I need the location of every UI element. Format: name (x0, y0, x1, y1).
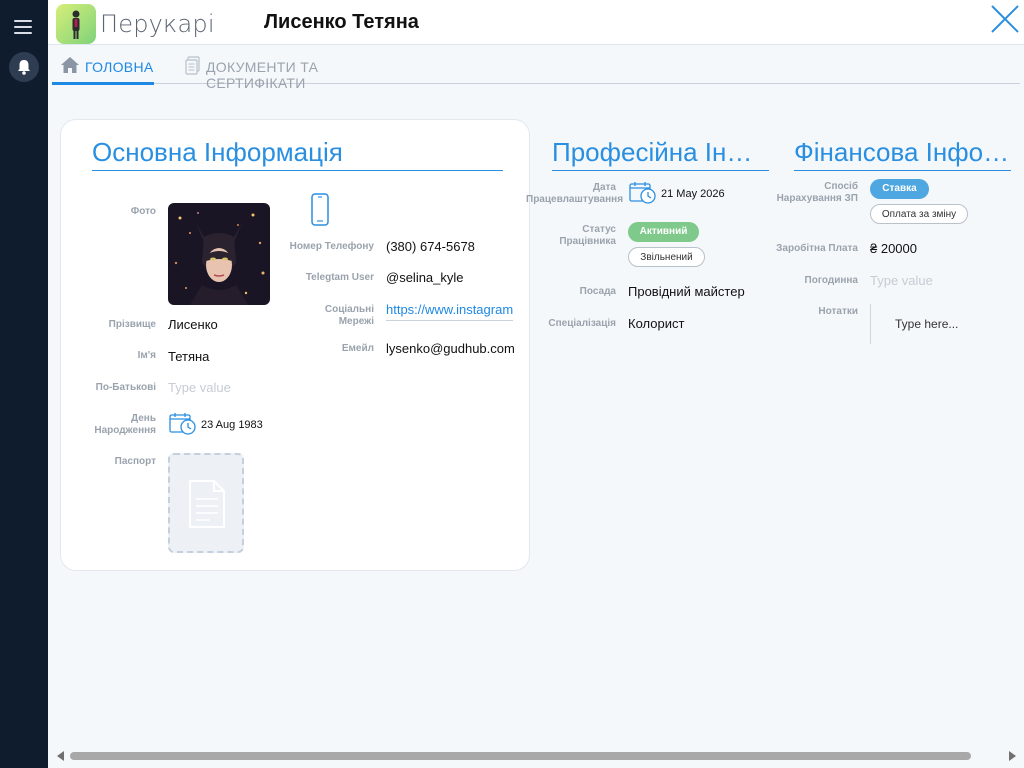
surname-label: Прізвище (108, 319, 156, 330)
tab-bar: ГОЛОВНА ДОКУМЕНТИ ТА СЕРТИФІКАТИ (52, 48, 1020, 91)
phone-field[interactable]: (380) 674-5678 (386, 239, 475, 254)
telegram-field[interactable]: @selina_kyle (386, 270, 464, 285)
social-label: Соціальні Мережі (284, 304, 374, 328)
salary-method-label-line2: Нарахування ЗП (776, 193, 858, 204)
employment-label-line2: Працевлаштування (526, 194, 624, 205)
patronymic-field[interactable]: Type value (168, 380, 231, 395)
scroll-right-arrow[interactable] (1009, 751, 1016, 761)
employment-label-line1: Дата (592, 182, 616, 193)
tab-documents-label: ДОКУМЕНТИ ТА СЕРТИФІКАТИ (206, 59, 319, 91)
hamburger-icon[interactable] (14, 19, 32, 35)
hourly-field[interactable]: Type value (870, 273, 933, 288)
email-label: Емейл (341, 343, 374, 354)
salary-label: Заробітна Плата (776, 243, 858, 254)
specialization-field[interactable]: Колорист (628, 316, 684, 331)
phone-icon (311, 193, 329, 226)
telegram-label: Telegtam User (305, 272, 374, 283)
birthday-label-line2: Народження (94, 425, 156, 436)
tab-home[interactable]: ГОЛОВНА (52, 56, 154, 85)
close-icon (991, 5, 1019, 33)
salary-field[interactable]: ₴ 20000 (870, 241, 917, 256)
profile-photo (168, 203, 270, 305)
status-active-button[interactable]: Активний (628, 222, 699, 242)
basic-info-title: Основна Інформація (92, 137, 503, 171)
top-bar: Перукарі Лисенко Тетяна (48, 0, 1024, 45)
calendar-icon[interactable] (169, 412, 197, 436)
status-fired-button[interactable]: Звільнений (628, 247, 705, 267)
name-field[interactable]: Тетяна (168, 349, 209, 364)
photo-label: Фото (130, 206, 156, 217)
financial-info-title: Фінансова Інформація (794, 137, 1011, 171)
phone-label: Номер Телефону (289, 241, 374, 252)
bell-icon (18, 60, 30, 75)
specialization-label: Спеціалізація (548, 318, 616, 329)
passport-label: Паспорт (114, 456, 156, 467)
email-field[interactable]: lysenko@gudhub.com (386, 341, 515, 356)
surname-field[interactable]: Лисенко (168, 317, 218, 332)
social-link[interactable]: https://www.instagram.com (386, 302, 513, 321)
status-label-line1: Статус (582, 224, 616, 235)
professional-info-title: Професійна Інформація (552, 137, 769, 171)
method-rate-button[interactable]: Ставка (870, 179, 929, 199)
position-label: Посада (579, 286, 616, 297)
tab-documents[interactable]: ДОКУМЕНТИ ТА СЕРТИФІКАТИ (182, 56, 422, 91)
birthday-field[interactable]: 23 Aug 1983 (201, 419, 263, 431)
calendar-icon[interactable] (629, 181, 657, 205)
status-label-line2: Працівника (559, 236, 616, 247)
social-label-line2: Мережі (338, 316, 374, 327)
patronymic-label: По-Батькові (95, 382, 156, 393)
passport-upload[interactable] (168, 453, 244, 553)
salary-method-label: Спосіб Нарахування ЗП (768, 181, 858, 205)
birthday-label-line1: День (131, 413, 156, 424)
document-icon (189, 480, 225, 528)
notes-label: Нотатки (818, 306, 858, 317)
scroll-left-arrow[interactable] (57, 751, 64, 761)
social-label-line1: Соціальні (324, 304, 374, 315)
app-name: Перукарі (100, 10, 215, 38)
employment-date-field[interactable]: 21 May 2026 (661, 188, 725, 200)
documents-icon (185, 56, 200, 75)
avatar[interactable] (168, 203, 270, 305)
method-shift-button[interactable]: Оплата за зміну (870, 204, 968, 224)
salary-method-label-line1: Спосіб (824, 181, 858, 192)
notes-field[interactable]: Type here... (870, 304, 1011, 344)
person-icon (72, 10, 80, 39)
page-title: Лисенко Тетяна (264, 11, 419, 33)
notifications-button[interactable] (9, 52, 39, 82)
hourly-label: Погодинна (804, 275, 858, 286)
name-label: Ім'я (137, 350, 156, 361)
employment-date-label: Дата Працевлаштування (526, 182, 623, 206)
close-button[interactable] (990, 4, 1020, 34)
horizontal-scrollbar[interactable] (70, 752, 971, 760)
position-field[interactable]: Провідний майстер (628, 284, 745, 299)
notes-placeholder: Type here... (895, 317, 959, 331)
app-logo (56, 4, 96, 44)
status-label: Статус Працівника (526, 224, 616, 248)
tab-home-label: ГОЛОВНА (85, 59, 154, 75)
home-icon (61, 57, 79, 73)
sidebar (0, 0, 48, 768)
birthday-label: День Народження (86, 413, 156, 437)
